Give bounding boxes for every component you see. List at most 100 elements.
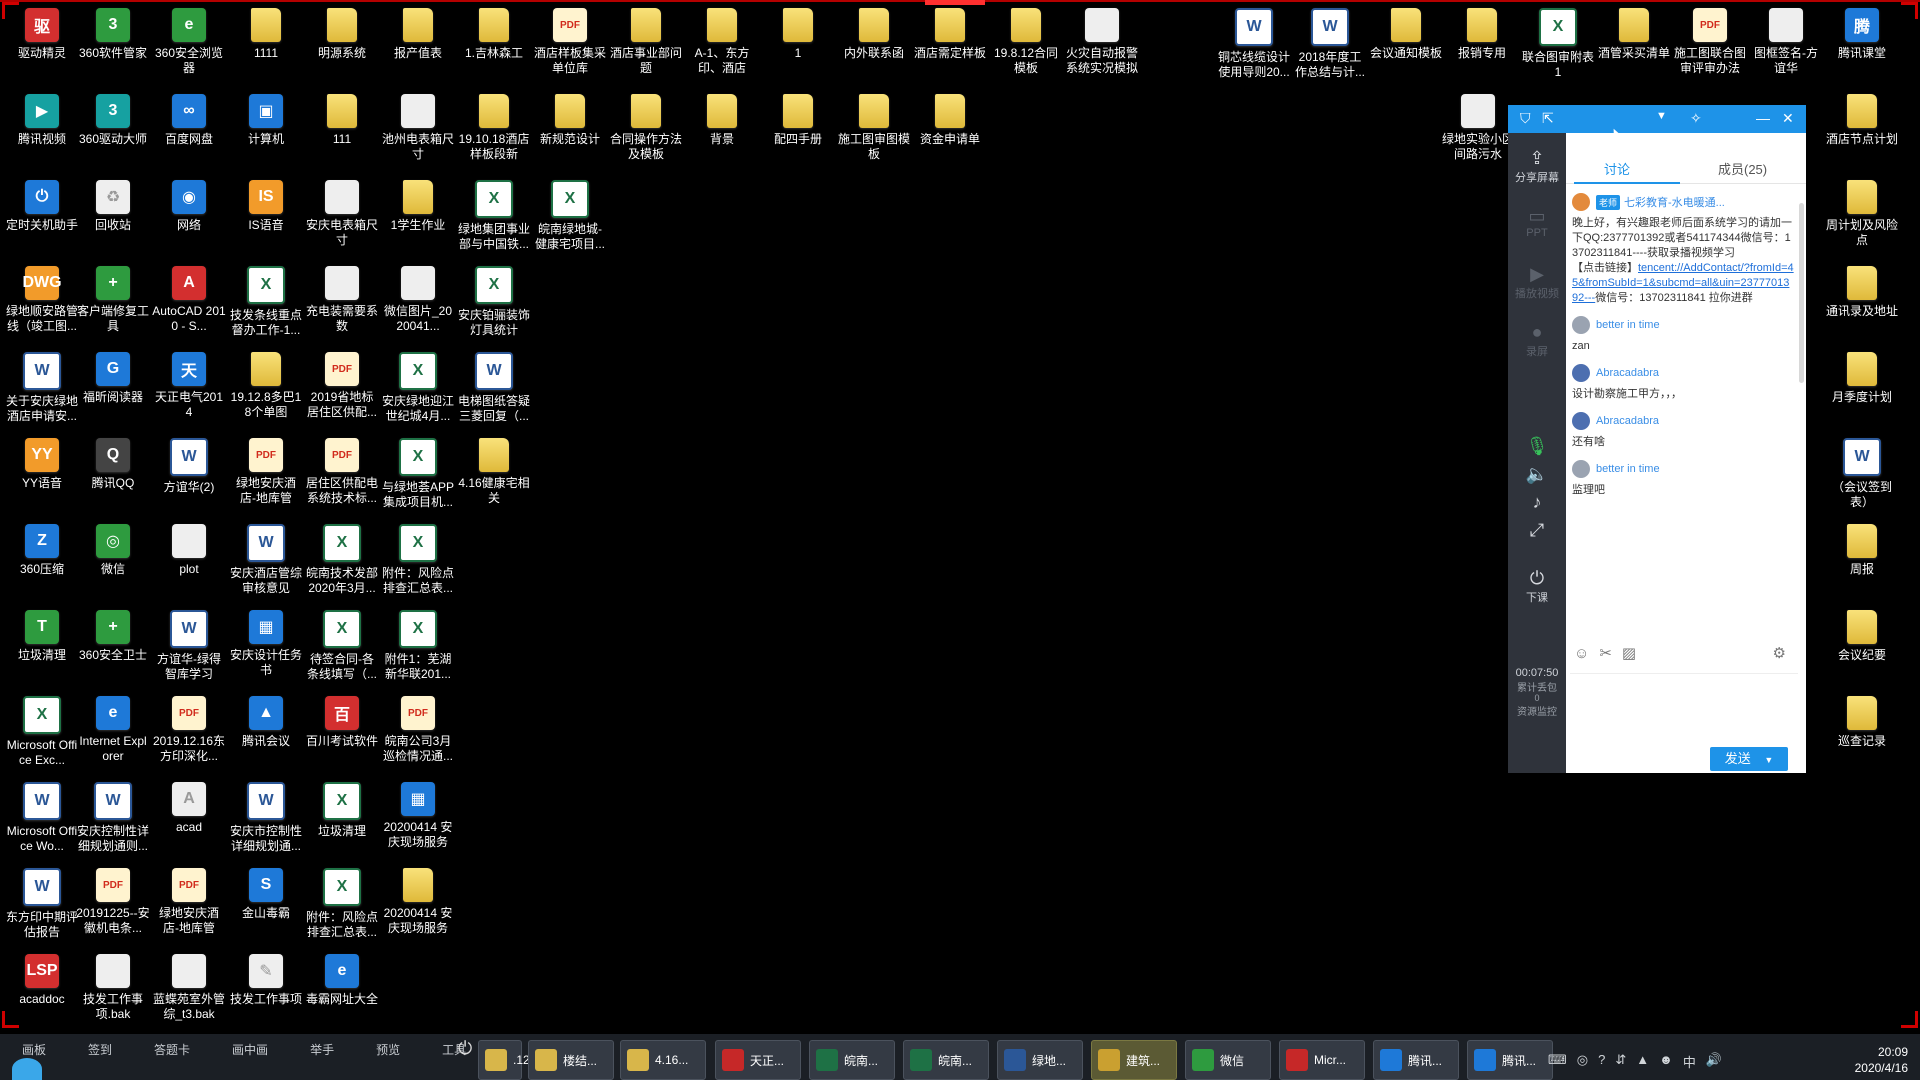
desktop-icon[interactable]: A AutoCAD 2010 - S...	[152, 266, 226, 334]
desktop-icon[interactable]: X 附件：风险点排查汇总表...	[305, 868, 379, 940]
avatar[interactable]	[1572, 193, 1590, 211]
qq-tray-icon[interactable]: ☻	[1659, 1052, 1673, 1071]
tab-discussion[interactable]: 讨论	[1604, 159, 1630, 178]
avatar[interactable]	[1572, 412, 1590, 430]
desktop-icon[interactable]: 火灾自动报警系统实况模拟	[1065, 8, 1139, 76]
desktop-icon[interactable]: A-1、东方印、酒店	[685, 8, 759, 76]
desktop-icon[interactable]: 天天正电气2014	[152, 352, 226, 420]
desktop-icon[interactable]: ∞ 百度网盘	[152, 94, 226, 147]
desktop-icon[interactable]: 酒店事业部问题	[609, 8, 683, 76]
message-scrollbar[interactable]	[1799, 203, 1804, 383]
desktop-icon[interactable]: PDF 居住区供配电系统技术标...	[305, 438, 379, 506]
taskbar-window-button[interactable]: Micr...	[1279, 1040, 1365, 1080]
desktop-icon[interactable]: 19.12.8多巴18个单图	[229, 352, 303, 420]
end-class-button[interactable]: ⏻ 下课	[1508, 567, 1566, 605]
sender-name[interactable]: Abracadabra	[1596, 367, 1659, 379]
chat-input[interactable]	[1570, 673, 1798, 754]
microphone-button[interactable]: 🎙	[1508, 435, 1566, 457]
desktop-icon[interactable]: ◎ 微信	[76, 524, 150, 577]
desktop-icon[interactable]: 图框签名-方谊华	[1749, 8, 1823, 76]
message-list[interactable]: 老师 七彩教育-水电暖通... 晚上好，有兴趣跟老师后面系统学习的请加一下QQ:23…	[1572, 191, 1794, 631]
desktop-icon[interactable]: X 待签合同-各条线填写（...	[305, 610, 379, 682]
send-options-icon[interactable]: ▼	[1764, 755, 1773, 765]
desktop-icon[interactable]: 20200414 安庆现场服务	[381, 868, 455, 936]
desktop-icon[interactable]: +360安全卫士	[76, 610, 150, 663]
desktop-icon[interactable]: + 客户端修复工具	[76, 266, 150, 334]
desktop-icon[interactable]: 酒管采买清单	[1597, 8, 1671, 61]
desktop-icon[interactable]: W 安庆市控制性详细规划通...	[229, 782, 303, 854]
desktop-icon[interactable]: W （会议签到表）	[1825, 438, 1899, 510]
desktop-icon[interactable]: plot	[152, 524, 226, 577]
desktop-icon[interactable]: 配四手册	[761, 94, 835, 147]
minimize-icon[interactable]: —	[1756, 110, 1770, 126]
desktop-icon[interactable]: 111	[305, 94, 379, 147]
help-icon[interactable]: ?	[1598, 1052, 1605, 1071]
music-button[interactable]: ♪	[1508, 491, 1566, 513]
volume-icon[interactable]: 🔊	[1706, 1052, 1722, 1071]
desktop-icon[interactable]: W 电梯图纸答疑三菱回复（...	[457, 352, 531, 424]
desktop-icon[interactable]: 1	[761, 8, 835, 61]
send-button[interactable]: 发送 ▼	[1710, 747, 1788, 771]
avatar[interactable]	[1572, 460, 1590, 478]
desktop-icon[interactable]: e 360安全浏览器	[152, 8, 226, 76]
taskbar-window-button[interactable]: 腾讯...	[1373, 1040, 1459, 1080]
desktop-icon[interactable]: 报销专用	[1445, 8, 1519, 61]
desktop-icon[interactable]: 酒店需定样板	[913, 8, 987, 61]
class-control-button[interactable]: 画板	[22, 1041, 46, 1058]
class-control-button[interactable]: 签到	[88, 1041, 112, 1058]
desktop-icon[interactable]: LSP acaddoc	[5, 954, 79, 1007]
desktop-icon[interactable]: 1学生作业	[381, 180, 455, 233]
taskbar-window-button[interactable]: 天正...	[715, 1040, 801, 1080]
desktop-icon[interactable]: X 附件1：芜湖新华联201...	[381, 610, 455, 682]
desktop-icon[interactable]: X 垃圾清理	[305, 782, 379, 839]
desktop-icon[interactable]: 内外联系函	[837, 8, 911, 61]
play-video-button[interactable]: ▶ 播放视频	[1508, 263, 1566, 301]
scissors-icon[interactable]: ✂	[1599, 644, 1612, 662]
desktop-icon[interactable]: X 安庆铂骊装饰灯具统计	[457, 266, 531, 338]
desktop-icon[interactable]: 微信图片_2020041...	[381, 266, 455, 334]
desktop-icon[interactable]: 3 360驱动大师	[76, 94, 150, 147]
desktop-icon[interactable]: W 东方印中期评估报告	[5, 868, 79, 940]
desktop-icon[interactable]: e 毒霸网址大全	[305, 954, 379, 1007]
taskbar-window-button[interactable]: 楼结...	[528, 1040, 614, 1080]
desktop-icon[interactable]: 明源系统	[305, 8, 379, 61]
image-icon[interactable]: ▨	[1622, 644, 1636, 662]
desktop-icon[interactable]: W 2018年度工作总结与计...	[1293, 8, 1367, 80]
desktop-icon[interactable]: 安庆电表箱尺寸	[305, 180, 379, 248]
desktop-icon[interactable]: W 关于安庆绿地酒店申请安...	[5, 352, 79, 424]
desktop-icon[interactable]: X 绿地集团事业部与中国铁...	[457, 180, 531, 252]
desktop-icon[interactable]: 4.16健康宅相关	[457, 438, 531, 506]
desktop-icon[interactable]: 1.吉林森工	[457, 8, 531, 61]
taskbar-window-button[interactable]: 建筑...	[1091, 1040, 1177, 1080]
emoji-icon[interactable]: ☺	[1574, 645, 1589, 662]
desktop-icon[interactable]: ▶ 腾讯视频	[5, 94, 79, 147]
desktop-icon[interactable]: PDF 皖南公司3月巡检情况通...	[381, 696, 455, 764]
desktop-icon[interactable]: W 安庆控制性详细规划通则...	[76, 782, 150, 854]
desktop-icon[interactable]: PDF 施工图联合图审评审办法	[1673, 8, 1747, 76]
desktop-icon[interactable]: 1111	[229, 8, 303, 61]
desktop-icon[interactable]: e Internet Explorer	[76, 696, 150, 764]
sender-name[interactable]: Abracadabra	[1596, 415, 1659, 427]
desktop-icon[interactable]: 报产值表	[381, 8, 455, 61]
desktop-icon[interactable]: Q 腾讯QQ	[76, 438, 150, 491]
share-out-icon[interactable]: ⇱	[1542, 110, 1554, 127]
class-control-button[interactable]: 预览	[376, 1041, 400, 1058]
wechat-tray-icon[interactable]: ◎	[1577, 1052, 1588, 1071]
desktop-icon[interactable]: 百百川考试软件	[305, 696, 379, 749]
chat-title-bar[interactable]: ⛉ ⇱ ▼ ✧ — ✕	[1508, 105, 1806, 133]
taskbar-window-button[interactable]: 皖南...	[809, 1040, 895, 1080]
desktop-icon[interactable]: 新规范设计	[533, 94, 607, 147]
desktop-icon[interactable]: 会议通知模板	[1369, 8, 1443, 61]
desktop-icon[interactable]: 周报	[1825, 524, 1899, 577]
close-icon[interactable]: ✕	[1782, 110, 1794, 127]
start-button[interactable]	[12, 1058, 42, 1080]
ppt-button[interactable]: ▭ PPT	[1508, 205, 1566, 239]
desktop-icon[interactable]: ✎ 技发工作事项	[229, 954, 303, 1007]
taskbar-window-button[interactable]: .12...	[478, 1040, 540, 1080]
desktop-icon[interactable]: ▲ 腾讯会议	[229, 696, 303, 749]
desktop-icon[interactable]: 背景	[685, 94, 759, 147]
desktop-icon[interactable]: Z 360压缩	[5, 524, 79, 577]
desktop-icon[interactable]: 3 360软件管家	[76, 8, 150, 61]
dropdown-icon[interactable]: ▼	[1656, 110, 1667, 122]
desktop-icon[interactable]: X 皖南技术发部2020年3月...	[305, 524, 379, 596]
